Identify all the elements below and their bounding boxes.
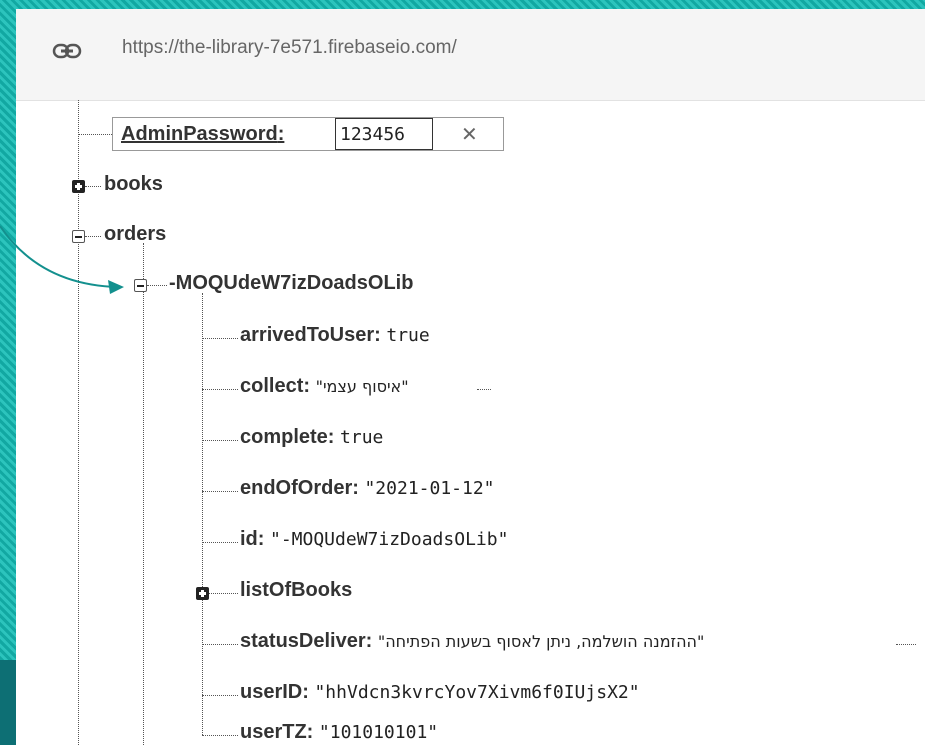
tree-node-books[interactable]: books <box>104 173 163 196</box>
field-row[interactable]: userTZ: "101010101" <box>240 721 438 744</box>
field-row[interactable]: collect: "איסוף עצמי" <box>240 375 409 398</box>
field-row[interactable]: endOfOrder: "2021-01-12" <box>240 477 495 500</box>
tree-connector <box>147 285 167 286</box>
tree-connector <box>85 236 101 237</box>
tree-line <box>202 293 203 735</box>
frame-accent <box>0 660 16 745</box>
database-panel: https://the-library-7e571.firebaseio.com… <box>16 9 925 745</box>
url-bar: https://the-library-7e571.firebaseio.com… <box>16 9 925 101</box>
database-url[interactable]: https://the-library-7e571.firebaseio.com… <box>122 37 457 59</box>
edit-row: AdminPassword: ✕ <box>112 117 504 151</box>
minus-toggle-icon[interactable] <box>134 279 147 292</box>
tree-line <box>143 243 144 745</box>
field-row[interactable]: statusDeliver: "ההזמנה הושלמה, ניתן לאסו… <box>240 630 704 653</box>
close-icon[interactable]: ✕ <box>461 122 478 146</box>
tree-line <box>78 100 79 745</box>
tree-node-orders[interactable]: orders <box>104 223 166 246</box>
tree-node-list-of-books[interactable]: listOfBooks <box>240 579 352 602</box>
tree-connector <box>85 186 101 187</box>
link-icon <box>52 43 82 59</box>
field-row[interactable]: id: "-MOQUdeW7izDoadsOLib" <box>240 528 508 551</box>
plus-toggle-icon[interactable] <box>196 587 209 600</box>
field-row[interactable]: complete: true <box>240 426 383 449</box>
tree-node-order-id[interactable]: -MOQUdeW7izDoadsOLib <box>169 272 413 295</box>
minus-toggle-icon[interactable] <box>72 230 85 243</box>
value-input[interactable] <box>335 118 433 150</box>
plus-toggle-icon[interactable] <box>72 180 85 193</box>
edit-key-label[interactable]: AdminPassword: <box>121 123 284 146</box>
field-row[interactable]: arrivedToUser: true <box>240 324 430 347</box>
field-row[interactable]: userID: "hhVdcn3kvrcYov7Xivm6f0IUjsX2" <box>240 681 640 704</box>
tree-connector <box>78 134 112 135</box>
data-tree: AdminPassword: ✕ books orders -MOQUdeW7i… <box>16 100 925 745</box>
